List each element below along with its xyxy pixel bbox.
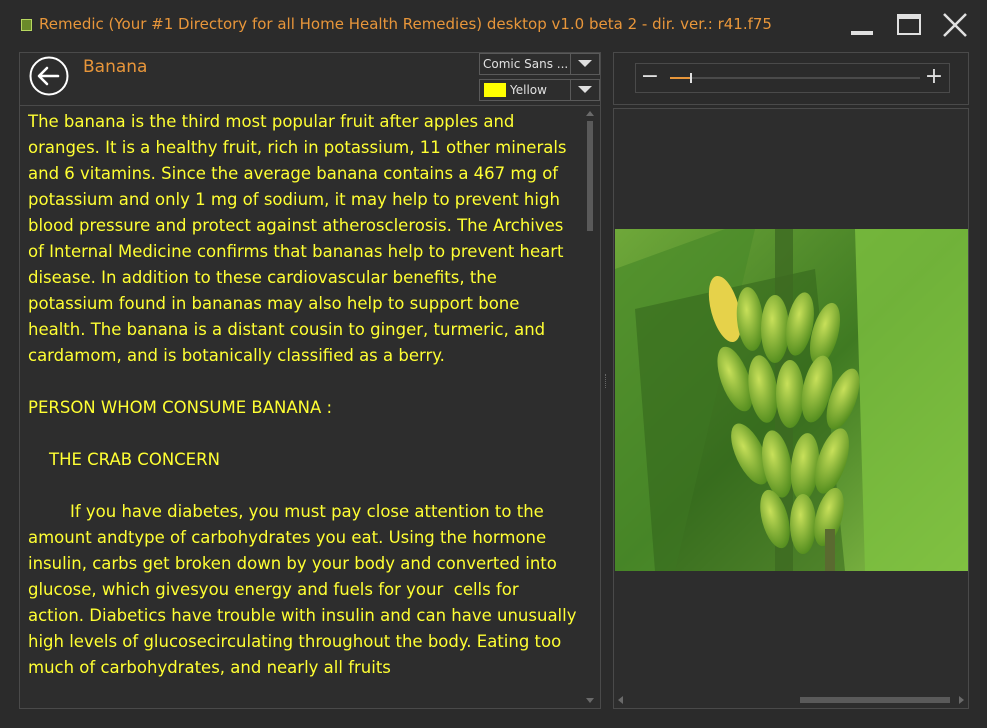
banana-photo: [615, 229, 968, 571]
article-header: Banana Comic Sans ... Yellow: [20, 53, 600, 106]
color-swatch: [484, 83, 506, 97]
zoom-slider-fill: [670, 77, 690, 79]
arrow-left-circle-icon: [29, 56, 69, 96]
horizontal-scrollbar[interactable]: [618, 694, 964, 706]
scrollbar-thumb[interactable]: [587, 121, 593, 231]
chevron-down-icon: [570, 54, 599, 74]
zoom-out-button[interactable]: −: [638, 66, 662, 90]
scroll-left-arrow-icon[interactable]: [618, 696, 623, 704]
maximize-button[interactable]: [892, 10, 926, 40]
paragraph-spacer: [28, 421, 578, 447]
zoom-panel: − +: [613, 52, 969, 105]
scroll-down-arrow-icon[interactable]: [586, 698, 594, 703]
vertical-scrollbar[interactable]: [584, 109, 596, 705]
zoom-slider[interactable]: [670, 73, 920, 83]
zoom-slider-handle[interactable]: [690, 73, 692, 83]
font-dropdown[interactable]: Comic Sans ...: [479, 53, 600, 75]
maximize-icon: [897, 14, 921, 35]
font-dropdown-value: Comic Sans ...: [483, 57, 569, 71]
image-panel: [613, 108, 969, 709]
window-title: Remedic (Your #1 Directory for all Home …: [39, 15, 772, 33]
panel-splitter[interactable]: [605, 374, 609, 388]
color-dropdown-value: Yellow: [510, 83, 547, 97]
scroll-right-arrow-icon[interactable]: [959, 696, 964, 704]
page-title: Banana: [83, 57, 148, 77]
content-paragraph: PERSON WHOM CONSUME BANANA :: [28, 398, 333, 417]
paragraph-spacer: [28, 473, 578, 499]
paragraph-spacer: [28, 369, 578, 395]
title-bar: Remedic (Your #1 Directory for all Home …: [0, 0, 987, 50]
color-dropdown[interactable]: Yellow: [479, 79, 600, 101]
close-button[interactable]: [938, 10, 972, 40]
minimize-icon: [851, 31, 873, 35]
content-paragraph: The banana is the third most popular fru…: [28, 112, 572, 365]
back-button[interactable]: [29, 56, 69, 96]
content-paragraph: THE CRAB CONCERN: [28, 450, 220, 469]
zoom-control: − +: [635, 63, 950, 93]
article-panel: Banana Comic Sans ... Yellow The banana …: [19, 52, 601, 709]
close-icon: [943, 13, 967, 37]
minimize-button[interactable]: [845, 10, 879, 40]
article-content: The banana is the third most popular fru…: [28, 109, 578, 705]
zoom-in-button[interactable]: +: [922, 66, 946, 90]
scrollbar-thumb[interactable]: [800, 697, 950, 703]
app-icon: [21, 19, 32, 31]
scroll-up-arrow-icon[interactable]: [586, 111, 594, 116]
chevron-down-icon: [570, 80, 599, 100]
content-paragraph: If you have diabetes, you must pay close…: [28, 502, 577, 677]
